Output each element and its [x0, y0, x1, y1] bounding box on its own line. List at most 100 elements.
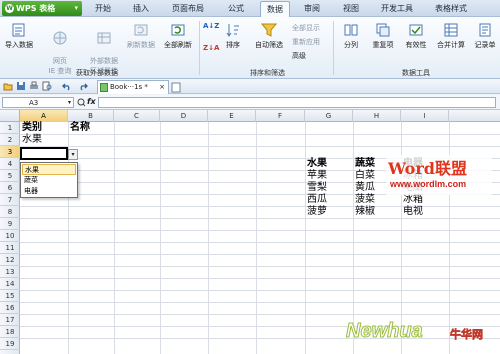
gridline: [20, 134, 500, 135]
wps-app-menu-button[interactable]: W WPS 表格 ▾: [2, 1, 82, 16]
group-label-sort-filter: 排序和筛选: [250, 69, 285, 77]
show-all-button[interactable]: 全部显示: [292, 23, 320, 33]
close-tab-icon[interactable]: ×: [159, 81, 165, 94]
autofilter-button[interactable]: 自动筛选: [252, 22, 286, 50]
consolidate-label: 合并计算: [437, 41, 465, 49]
record-form-button[interactable]: 记录单: [470, 22, 500, 50]
dropdown-option-vegetable[interactable]: 蔬菜: [22, 175, 76, 186]
advanced-filter-button[interactable]: 高级: [292, 51, 306, 61]
column-header-d[interactable]: D: [160, 110, 208, 122]
row-header[interactable]: 1: [0, 122, 20, 134]
redo-icon[interactable]: [78, 81, 88, 91]
row-header[interactable]: 19: [0, 338, 20, 350]
row-header[interactable]: 7: [0, 194, 20, 206]
gridline: [305, 122, 306, 354]
quick-access-toolbar: [0, 79, 500, 94]
cell-i8[interactable]: 电视: [403, 206, 423, 218]
gridline: [256, 122, 257, 354]
cell-h8[interactable]: 辣椒: [355, 206, 375, 218]
menu-home[interactable]: 开始: [95, 3, 111, 14]
cell-g4[interactable]: 水果: [307, 158, 327, 170]
save-icon[interactable]: [16, 81, 26, 91]
refresh-button[interactable]: 刷新数据: [124, 22, 158, 50]
cell-g6[interactable]: 雪梨: [307, 182, 327, 194]
sort-az-button[interactable]: A↓Z: [203, 22, 219, 30]
column-header-b[interactable]: B: [68, 110, 114, 122]
row-header[interactable]: 10: [0, 230, 20, 242]
row-header[interactable]: 11: [0, 242, 20, 254]
menu-table-style[interactable]: 表格样式: [435, 3, 467, 14]
zoom-formula-icon[interactable]: [77, 98, 86, 107]
menu-insert[interactable]: 插入: [133, 3, 149, 14]
dropdown-option-fruit[interactable]: 水果: [22, 164, 76, 175]
menu-review[interactable]: 审阅: [304, 3, 320, 14]
print-preview-icon[interactable]: [42, 81, 52, 91]
row-header[interactable]: 18: [0, 326, 20, 338]
row-header[interactable]: 3: [0, 146, 20, 158]
cell-h5[interactable]: 白菜: [355, 170, 375, 182]
column-header-a[interactable]: A: [20, 110, 68, 122]
formula-input[interactable]: [98, 97, 496, 108]
row-header[interactable]: 12: [0, 254, 20, 266]
column-header-c[interactable]: C: [114, 110, 160, 122]
row-header[interactable]: 17: [0, 314, 20, 326]
row-header[interactable]: 4: [0, 158, 20, 170]
menu-view[interactable]: 视图: [343, 3, 359, 14]
row-header[interactable]: 5: [0, 170, 20, 182]
data-validation-label: 有效性: [405, 41, 427, 49]
row-header[interactable]: 16: [0, 302, 20, 314]
cell-b1[interactable]: 名称: [70, 122, 90, 134]
column-header-h[interactable]: H: [353, 110, 401, 122]
cell-a1[interactable]: 类别: [22, 122, 42, 134]
reapply-button[interactable]: 重新应用: [292, 37, 320, 47]
open-icon[interactable]: [3, 81, 13, 91]
print-icon[interactable]: [29, 81, 39, 91]
gridline: [20, 314, 500, 315]
cell-h4[interactable]: 蔬菜: [355, 158, 375, 170]
import-data-button[interactable]: 导入数据: [2, 22, 36, 50]
refresh-all-button[interactable]: 全部刷新: [160, 22, 196, 50]
row-header[interactable]: 9: [0, 218, 20, 230]
data-validation-button[interactable]: 有效性: [402, 22, 430, 50]
cell-g5[interactable]: 苹果: [307, 170, 327, 182]
insert-function-button[interactable]: fx: [87, 97, 96, 106]
sort-button[interactable]: 排序: [220, 22, 246, 50]
sort-za-button[interactable]: Z↓A: [203, 44, 219, 52]
row-header[interactable]: 2: [0, 134, 20, 146]
column-header-i[interactable]: I: [401, 110, 449, 122]
new-tab-icon[interactable]: [171, 82, 183, 93]
row-header[interactable]: 14: [0, 278, 20, 290]
duplicates-icon: [376, 23, 390, 37]
menu-formulas[interactable]: 公式: [228, 3, 244, 14]
column-header-e[interactable]: E: [208, 110, 256, 122]
wordlm-watermark: Word联盟 www.wordlm.com: [386, 155, 492, 195]
cell-g7[interactable]: 西瓜: [307, 194, 327, 206]
cell-g8[interactable]: 菠萝: [307, 206, 327, 218]
row-header[interactable]: 8: [0, 206, 20, 218]
column-header-f[interactable]: F: [256, 110, 305, 122]
row-header[interactable]: 15: [0, 290, 20, 302]
cell-h7[interactable]: 菠菜: [355, 194, 375, 206]
validation-dropdown-button[interactable]: ▾: [68, 149, 78, 160]
duplicates-button[interactable]: 重复项: [368, 22, 398, 50]
document-tab[interactable]: Book···1s * ×: [97, 80, 169, 94]
row-header[interactable]: 13: [0, 266, 20, 278]
text-to-columns-button[interactable]: 分列: [339, 22, 363, 50]
menu-developer[interactable]: 开发工具: [381, 3, 413, 14]
consolidate-button[interactable]: 合并计算: [434, 22, 468, 50]
cell-a2[interactable]: 水果: [22, 134, 42, 146]
column-header-g[interactable]: G: [305, 110, 353, 122]
spreadsheet-grid[interactable]: A B C D E F G H I 1 2 3 4 5 6 7 8 9 10 1…: [0, 110, 500, 354]
dropdown-option-appliance[interactable]: 电器: [22, 186, 76, 197]
split-columns-icon: [344, 24, 358, 36]
menu-page-layout[interactable]: 页面布局: [172, 3, 204, 14]
active-cell-a3[interactable]: [20, 147, 68, 160]
undo-icon[interactable]: [62, 81, 72, 91]
name-box[interactable]: A3 ▾: [2, 97, 74, 108]
menu-data[interactable]: 数据: [260, 1, 290, 17]
cell-h6[interactable]: 黄瓜: [355, 182, 375, 194]
row-header[interactable]: 6: [0, 182, 20, 194]
cell-i7[interactable]: 冰箱: [403, 194, 423, 206]
select-all-corner[interactable]: [0, 110, 20, 122]
web-query-button[interactable]: 网页 IE 查询: [40, 22, 80, 76]
